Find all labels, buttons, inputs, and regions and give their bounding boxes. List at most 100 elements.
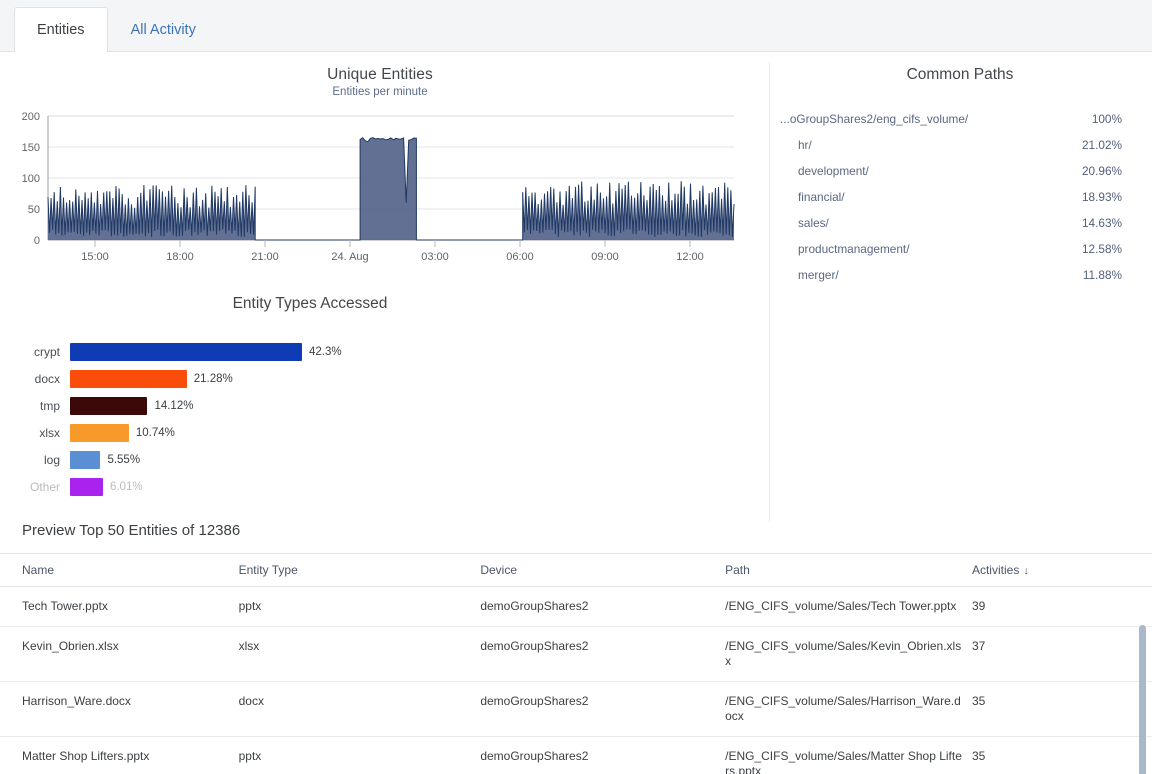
entity-type-value: 14.12% bbox=[154, 400, 193, 412]
unique-entities-plot[interactable]: 200 150 100 50 0 bbox=[0, 108, 760, 268]
svg-text:50: 50 bbox=[28, 204, 40, 216]
column-header-path[interactable]: Path bbox=[725, 554, 972, 587]
common-paths-list: ...oGroupShares2/eng_cifs_volume/100%hr/… bbox=[780, 106, 1140, 288]
common-paths-title: Common Paths bbox=[780, 66, 1140, 84]
cell-activities: 37 bbox=[972, 627, 1152, 682]
svg-text:18:00: 18:00 bbox=[166, 251, 194, 263]
table-row[interactable]: Harrison_Ware.docxdocxdemoGroupShares2/E… bbox=[0, 682, 1152, 737]
table-scrollbar[interactable] bbox=[1139, 625, 1146, 774]
column-header-entity-type[interactable]: Entity Type bbox=[239, 554, 481, 587]
entity-type-value: 42.3% bbox=[309, 346, 342, 358]
common-path-row[interactable]: ...oGroupShares2/eng_cifs_volume/100% bbox=[780, 106, 1140, 132]
common-path-percent: 20.96% bbox=[1082, 164, 1122, 178]
entity-type-bar-row[interactable]: crypt42.3% bbox=[0, 339, 760, 365]
common-path-percent: 14.63% bbox=[1082, 216, 1122, 230]
cell-activities: 35 bbox=[972, 737, 1152, 774]
common-paths-panel: Common Paths ...oGroupShares2/eng_cifs_v… bbox=[780, 66, 1140, 288]
svg-text:150: 150 bbox=[22, 142, 40, 154]
entity-type-bar-row[interactable]: Other 6.01% bbox=[0, 474, 760, 500]
column-header-device[interactable]: Device bbox=[480, 554, 725, 587]
entity-type-bar-track: 14.12% bbox=[70, 397, 193, 415]
entity-type-value: 21.28% bbox=[194, 373, 233, 385]
column-header-device-label: Device bbox=[480, 563, 517, 577]
entity-type-value: 6.01% bbox=[110, 481, 143, 493]
common-path-percent: 12.58% bbox=[1082, 242, 1122, 256]
cell-name[interactable]: Harrison_Ware.docx bbox=[0, 682, 239, 737]
cell-name[interactable]: Matter Shop Lifters.pptx bbox=[0, 737, 239, 774]
cell-path[interactable]: /ENG_CIFS_volume/Sales/Tech Tower.pptx bbox=[725, 587, 972, 627]
entity-type-bar-row[interactable]: docx 21.28% bbox=[0, 366, 760, 392]
entity-types-bar-list: crypt42.3%docx21.28%tmp14.12%xlsx10.74%l… bbox=[0, 339, 760, 500]
entity-type-bar[interactable] bbox=[70, 397, 147, 415]
tab-bar: Entities All Activity bbox=[0, 0, 1152, 52]
entity-type-value: 5.55% bbox=[107, 454, 140, 466]
common-path-row[interactable]: merger/11.88% bbox=[780, 262, 1140, 288]
cell-name[interactable]: Tech Tower.pptx bbox=[0, 587, 239, 627]
entity-type-label: Other bbox=[0, 480, 70, 494]
table-row[interactable]: Kevin_Obrien.xlsxxlsxdemoGroupShares2/EN… bbox=[0, 627, 1152, 682]
cell-device: demoGroupShares2 bbox=[480, 682, 725, 737]
entity-type-bar-track: 5.55% bbox=[70, 451, 140, 469]
unique-entities-subtitle: Entities per minute bbox=[0, 86, 760, 98]
svg-text:12:00: 12:00 bbox=[676, 251, 704, 263]
cell-path[interactable]: /ENG_CIFS_volume/Sales/Harrison_Ware.doc… bbox=[725, 682, 972, 737]
entity-type-bar-row[interactable]: tmp14.12% bbox=[0, 393, 760, 419]
entity-types-title: Entity Types Accessed bbox=[0, 295, 760, 313]
area-series bbox=[48, 138, 734, 240]
table-row[interactable]: Matter Shop Lifters.pptxpptxdemoGroupSha… bbox=[0, 737, 1152, 774]
tab-all-activity[interactable]: All Activity bbox=[108, 7, 219, 51]
common-path-percent: 11.88% bbox=[1083, 268, 1122, 282]
column-header-name-label: Name bbox=[22, 563, 54, 577]
common-path-row[interactable]: hr/21.02% bbox=[780, 132, 1140, 158]
entity-type-bar-row[interactable]: xlsx10.74% bbox=[0, 420, 760, 446]
cell-path[interactable]: /ENG_CIFS_volume/Sales/Kevin_Obrien.xlsx bbox=[725, 627, 972, 682]
common-path-row[interactable]: financial/18.93% bbox=[780, 184, 1140, 210]
common-path-row[interactable]: development/20.96% bbox=[780, 158, 1140, 184]
column-header-path-label: Path bbox=[725, 563, 750, 577]
cell-entity-type: docx bbox=[239, 682, 481, 737]
svg-text:21:00: 21:00 bbox=[251, 251, 279, 263]
svg-text:15:00: 15:00 bbox=[81, 251, 109, 263]
cell-entity-type: xlsx bbox=[239, 627, 481, 682]
table-row[interactable]: Tech Tower.pptxpptxdemoGroupShares2/ENG_… bbox=[0, 587, 1152, 627]
common-path-row[interactable]: productmanagement/12.58% bbox=[780, 236, 1140, 262]
entity-type-bar-track: 10.74% bbox=[70, 424, 175, 442]
entity-type-label: log bbox=[0, 453, 70, 467]
entity-type-label: docx bbox=[0, 372, 70, 386]
entity-type-bar-row[interactable]: log 5.55% bbox=[0, 447, 760, 473]
entity-type-bar[interactable] bbox=[70, 370, 187, 388]
entity-type-bar-track: 6.01% bbox=[70, 478, 143, 496]
table-body: Tech Tower.pptxpptxdemoGroupShares2/ENG_… bbox=[0, 587, 1152, 774]
common-path-name: financial/ bbox=[780, 190, 845, 204]
entity-type-bar[interactable] bbox=[70, 343, 302, 361]
entity-type-bar[interactable] bbox=[70, 451, 100, 469]
entity-type-bar-track: 21.28% bbox=[70, 370, 233, 388]
entities-table: Name Entity Type Device Path Activities↓ bbox=[0, 553, 1152, 774]
unique-entities-svg: 200 150 100 50 0 bbox=[0, 108, 760, 280]
common-path-percent: 21.02% bbox=[1082, 138, 1122, 152]
common-path-percent: 100% bbox=[1092, 112, 1122, 126]
tab-entities[interactable]: Entities bbox=[14, 7, 108, 52]
cell-name[interactable]: Kevin_Obrien.xlsx bbox=[0, 627, 239, 682]
entity-type-bar[interactable] bbox=[70, 424, 129, 442]
unique-entities-chart: Unique Entities Entities per minute 200 … bbox=[0, 66, 760, 281]
cell-device: demoGroupShares2 bbox=[480, 737, 725, 774]
sort-descending-icon: ↓ bbox=[1023, 565, 1029, 577]
cell-entity-type: pptx bbox=[239, 587, 481, 627]
entities-table-section: Preview Top 50 Entities of 12386 Name En… bbox=[0, 512, 1152, 774]
svg-text:03:00: 03:00 bbox=[421, 251, 449, 263]
cell-path[interactable]: /ENG_CIFS_volume/Sales/Matter Shop Lifte… bbox=[725, 737, 972, 774]
svg-text:09:00: 09:00 bbox=[591, 251, 619, 263]
common-path-row[interactable]: sales/14.63% bbox=[780, 210, 1140, 236]
table-header-row: Name Entity Type Device Path Activities↓ bbox=[0, 554, 1152, 587]
column-header-activities[interactable]: Activities↓ bbox=[972, 554, 1152, 587]
table-heading: Preview Top 50 Entities of 12386 bbox=[0, 512, 1152, 553]
column-header-name[interactable]: Name bbox=[0, 554, 239, 587]
tab-all-activity-label: All Activity bbox=[131, 22, 196, 38]
cell-activities: 35 bbox=[972, 682, 1152, 737]
cell-entity-type: pptx bbox=[239, 737, 481, 774]
entity-type-label: xlsx bbox=[0, 426, 70, 440]
common-path-name: productmanagement/ bbox=[780, 242, 909, 256]
entity-type-bar[interactable] bbox=[70, 478, 103, 496]
common-path-name: development/ bbox=[780, 164, 869, 178]
